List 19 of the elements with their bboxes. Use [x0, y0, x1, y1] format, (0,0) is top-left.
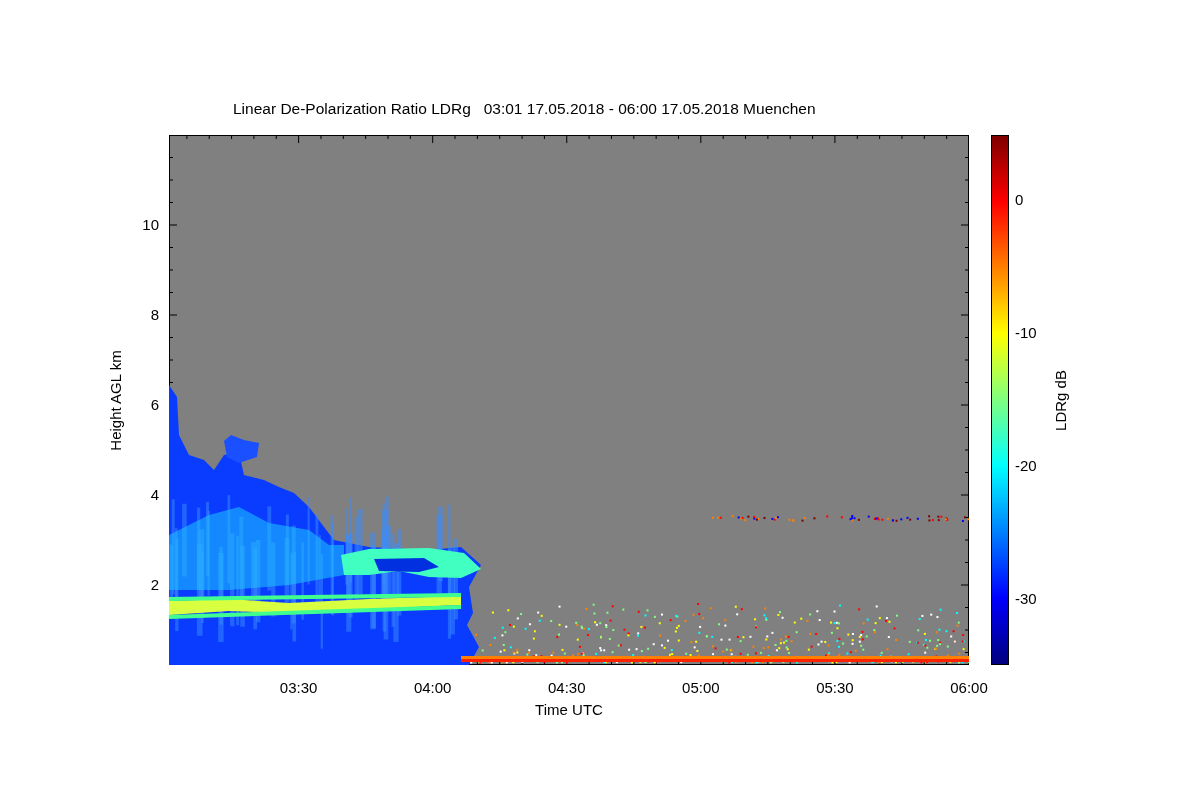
tick-label: 4 [150, 486, 159, 504]
tick-label: 04:30 [548, 679, 586, 697]
tick-label: -20 [1015, 457, 1037, 475]
plot-title: Linear De-Polarization Ratio LDRg 03:01 17.05.2018 - 06:00 17.05.2018 Muenchen [233, 99, 816, 119]
tick-label: 6 [150, 396, 159, 414]
tick-label: -30 [1015, 590, 1037, 608]
tick-label: 10 [142, 216, 159, 234]
tick-label: 2 [150, 576, 159, 594]
tick-label: 03:30 [279, 679, 318, 697]
axis-label: Height AGL km [106, 349, 124, 451]
tick-label: 8 [150, 306, 159, 324]
axis-label: Time UTC [535, 701, 603, 718]
tick-label: -10 [1015, 324, 1037, 342]
tick-label: 05:00 [682, 679, 720, 697]
axis-label: LDRg dB [1051, 369, 1069, 431]
tick-label: 0 [1015, 191, 1024, 209]
tick-label: 05:30 [816, 679, 854, 697]
tick-label: 06:00 [950, 679, 988, 697]
tick-label: 04:00 [413, 679, 452, 697]
